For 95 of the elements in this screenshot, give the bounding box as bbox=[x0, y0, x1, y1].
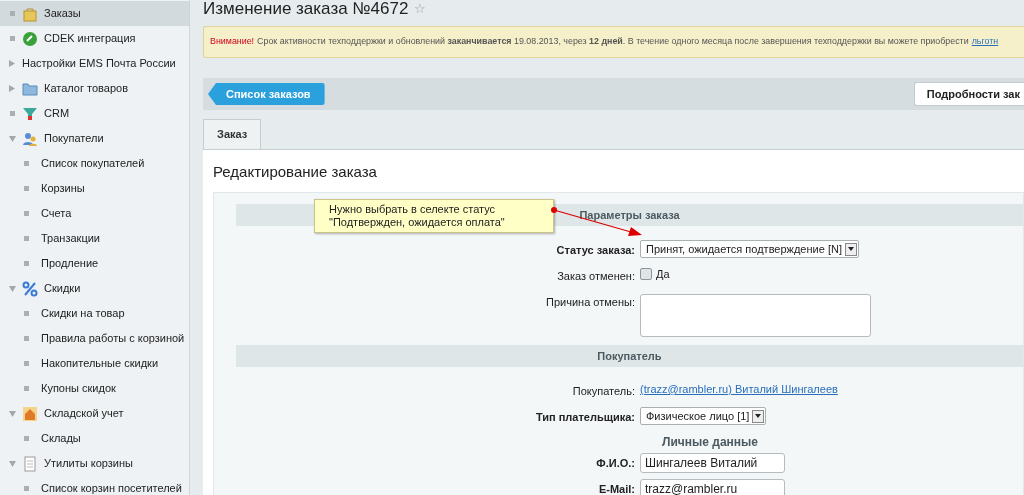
sidebar-label: Транзакции bbox=[41, 231, 100, 247]
text-input[interactable]: Шингалеев Виталий bbox=[640, 453, 785, 473]
sidebar-subitem[interactable]: Корзины bbox=[0, 176, 189, 201]
sidebar-subitem[interactable]: Скидки на товар bbox=[0, 301, 189, 326]
sidebar-label: Утилиты корзины bbox=[44, 456, 133, 472]
sidebar-label: Корзины bbox=[41, 181, 85, 197]
form-heading: Редактирование заказа bbox=[213, 162, 378, 181]
sidebar-label: Покупатели bbox=[44, 131, 104, 147]
tooltip-callout: Нужно выбрать в селекте статус "Подтвержден, ожидается оплата" bbox=[314, 199, 554, 233]
document-icon bbox=[22, 455, 38, 472]
checkbox-label: Да bbox=[656, 267, 670, 282]
field-label: Причина отмены: bbox=[546, 295, 635, 310]
field-label: Статус заказа: bbox=[556, 243, 635, 258]
house-icon bbox=[22, 405, 38, 422]
sidebar-label: Настройки EMS Почта России bbox=[22, 56, 176, 72]
bullet-icon bbox=[24, 361, 29, 366]
caret-down-icon[interactable] bbox=[8, 460, 16, 467]
sidebar-subitem[interactable]: Список корзин посетителей bbox=[0, 476, 189, 495]
bullet-icon bbox=[24, 386, 29, 391]
circle-icon bbox=[22, 30, 38, 47]
sidebar-item[interactable]: CDEK интеграция bbox=[0, 26, 189, 51]
field-label: Тип плательщика: bbox=[535, 410, 635, 425]
sidebar-label: Скидки на товар bbox=[41, 306, 125, 322]
bullet-icon bbox=[9, 36, 15, 41]
status-select[interactable]: Физическое лицо [1] bbox=[640, 407, 767, 425]
caret-down-icon[interactable] bbox=[8, 410, 16, 417]
folder-icon bbox=[22, 80, 38, 97]
section-header: Покупатель bbox=[236, 345, 1023, 367]
sidebar-label: Заказы bbox=[44, 6, 81, 22]
sidebar-label: CRM bbox=[44, 106, 70, 122]
sidebar-label: Скидки bbox=[44, 281, 81, 297]
sidebar-item[interactable]: Каталог товаров bbox=[0, 76, 189, 101]
sidebar-label: Продление bbox=[41, 256, 99, 272]
sidebar-item[interactable]: CRM bbox=[0, 101, 189, 126]
sidebar-item[interactable]: Заказы bbox=[0, 1, 189, 26]
sidebar-subitem[interactable]: Правила работы с корзиной bbox=[0, 326, 189, 351]
caret-right-icon[interactable] bbox=[9, 60, 15, 67]
sidebar-item[interactable]: Покупатели bbox=[0, 126, 189, 151]
sidebar-subitem[interactable]: Список покупателей bbox=[0, 151, 189, 176]
bullet-icon bbox=[9, 111, 15, 116]
sidebar-label: CDEK интеграция bbox=[44, 31, 136, 47]
caret-down-icon[interactable] bbox=[8, 285, 16, 292]
sidebar-label: Счета bbox=[41, 206, 72, 222]
bullet-icon bbox=[9, 11, 15, 16]
caret-right-icon[interactable] bbox=[9, 85, 15, 92]
tab[interactable]: Заказ bbox=[203, 119, 262, 149]
sidebar-subitem[interactable]: Транзакции bbox=[0, 226, 189, 251]
caret-down-icon bbox=[752, 409, 765, 423]
subsection-heading: Личные данные bbox=[661, 434, 759, 451]
bullet-icon bbox=[24, 211, 29, 216]
sidebar-item[interactable]: Складской учет bbox=[0, 401, 189, 426]
users-icon bbox=[22, 130, 38, 147]
field-label: E-Mail: bbox=[598, 482, 635, 495]
caret-down-icon bbox=[844, 242, 857, 256]
bullet-icon bbox=[24, 336, 29, 341]
bullet-icon bbox=[24, 236, 29, 241]
details-button[interactable]: Подробности зак bbox=[913, 82, 1024, 106]
status-select[interactable]: Принят, ожидается подтверждение [N] bbox=[640, 240, 859, 258]
bullet-icon bbox=[24, 261, 29, 266]
field-label: Покупатель: bbox=[572, 384, 635, 399]
sidebar-subitem[interactable]: Накопительные скидки bbox=[0, 351, 189, 376]
bullet-icon bbox=[24, 186, 29, 191]
sidebar-label: Купоны скидок bbox=[41, 381, 116, 397]
sidebar-label: Список корзин посетителей bbox=[41, 481, 182, 495]
warning-link[interactable]: льготн bbox=[971, 35, 999, 49]
sidebar-label: Правила работы с корзиной bbox=[41, 331, 185, 347]
warning-label: Внимание! bbox=[210, 35, 255, 49]
text-input[interactable]: trazz@rambler.ru bbox=[640, 479, 785, 495]
sidebar-subitem[interactable]: Продление bbox=[0, 251, 189, 276]
reason-textarea[interactable] bbox=[640, 294, 871, 337]
sidebar-label: Склады bbox=[41, 431, 81, 447]
sidebar-subitem[interactable]: Склады bbox=[0, 426, 189, 451]
funnel-icon bbox=[22, 105, 38, 122]
warning-text: Срок активности техподдержки и обновлений заканчивается 19.08.2013, через 12 дней. В течение одного месяца после завершения техподдержки вы можете приобрести bbox=[257, 35, 969, 49]
field-label: Ф.И.О.: bbox=[596, 456, 635, 471]
bullet-icon bbox=[24, 161, 29, 166]
caret-down-icon[interactable] bbox=[8, 135, 16, 142]
sidebar-item[interactable]: Скидки bbox=[0, 276, 189, 301]
sidebar-item[interactable]: Утилиты корзины bbox=[0, 451, 189, 476]
sidebar-label: Каталог товаров bbox=[44, 81, 128, 97]
percent-icon bbox=[22, 280, 38, 297]
bullet-icon bbox=[24, 436, 29, 441]
sidebar-item[interactable]: Настройки EMS Почта России bbox=[0, 51, 189, 76]
sidebar-label: Складской учет bbox=[44, 406, 124, 422]
checkbox[interactable] bbox=[640, 268, 652, 281]
buyer-link[interactable]: (trazz@rambler.ru) Виталий Шингалеев bbox=[640, 381, 838, 398]
sidebar-subitem[interactable]: Счета bbox=[0, 201, 189, 226]
field-label: Заказ отменен: bbox=[557, 269, 635, 284]
sidebar-label: Накопительные скидки bbox=[41, 356, 159, 372]
page-title: Изменение заказа №4672 bbox=[203, 0, 409, 18]
sidebar-subitem[interactable]: Купоны скидок bbox=[0, 376, 189, 401]
bullet-icon bbox=[24, 311, 29, 316]
shopping-bag-icon bbox=[22, 5, 38, 22]
bullet-icon bbox=[24, 486, 29, 491]
sidebar-label: Список покупателей bbox=[41, 156, 145, 172]
